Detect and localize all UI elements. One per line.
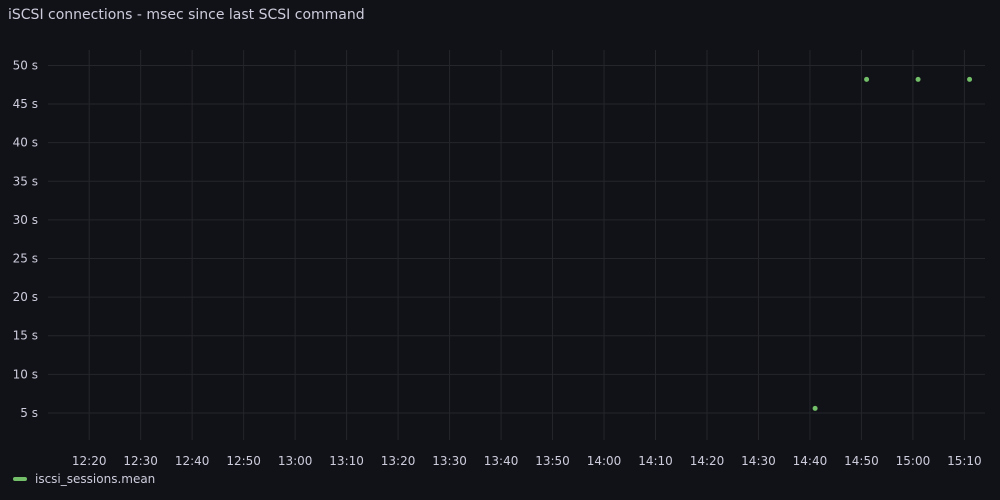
x-tick-label: 14:10: [638, 454, 673, 468]
y-tick-label: 35 s: [13, 174, 38, 188]
legend[interactable]: iscsi_sessions.mean: [13, 472, 155, 486]
x-tick-label: 13:40: [484, 454, 519, 468]
x-tick-label: 15:10: [947, 454, 982, 468]
y-tick-label: 25 s: [13, 252, 38, 266]
x-tick-label: 13:50: [535, 454, 570, 468]
x-tick-label: 14:00: [587, 454, 622, 468]
x-tick-label: 15:00: [896, 454, 931, 468]
legend-series-label[interactable]: iscsi_sessions.mean: [35, 472, 155, 486]
data-point: [967, 76, 973, 82]
x-tick-label: 13:00: [278, 454, 313, 468]
y-tick-label: 20 s: [13, 290, 38, 304]
data-point: [864, 76, 870, 82]
chart-plot-area: 5 s10 s15 s20 s25 s30 s35 s40 s45 s50 s …: [13, 50, 985, 468]
grid-lines: [48, 50, 985, 440]
data-point: [812, 405, 818, 411]
legend-color-swatch: [13, 477, 27, 481]
y-tick-label: 30 s: [13, 213, 38, 227]
y-tick-label: 40 s: [13, 136, 38, 150]
x-tick-label: 14:50: [844, 454, 879, 468]
x-tick-label: 13:30: [432, 454, 467, 468]
x-tick-label: 13:10: [329, 454, 364, 468]
x-tick-label: 12:30: [123, 454, 158, 468]
x-tick-label: 14:20: [690, 454, 725, 468]
x-tick-label: 14:30: [741, 454, 776, 468]
y-tick-label: 5 s: [20, 406, 38, 420]
x-tick-label: 12:20: [72, 454, 107, 468]
y-tick-label: 10 s: [13, 367, 38, 381]
y-tick-label: 45 s: [13, 97, 38, 111]
chart-panel: iSCSI connections - msec since last SCSI…: [0, 0, 1000, 500]
y-axis: 5 s 10 s 15 s 20 s 25 s 30 s 35 s 40 s 45 s 50 s: [13, 58, 38, 420]
x-tick-label: 12:40: [175, 454, 210, 468]
data-points: [812, 76, 973, 411]
x-tick-label: 12:50: [226, 454, 261, 468]
data-point: [915, 76, 921, 82]
x-tick-label: 14:40: [793, 454, 828, 468]
x-axis: 12:20 12:30 12:40 12:50 13:00 13:10 13:20 13:30…: [72, 454, 982, 468]
y-tick-label: 15 s: [13, 329, 38, 343]
x-tick-label: 13:20: [381, 454, 416, 468]
y-tick-label: 50 s: [13, 58, 38, 72]
